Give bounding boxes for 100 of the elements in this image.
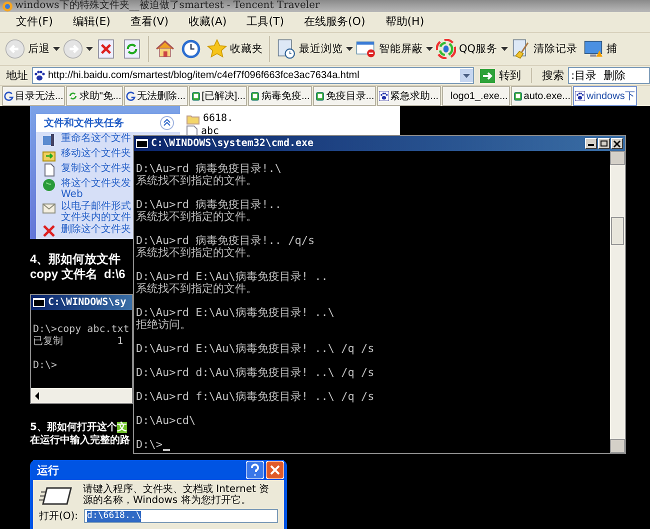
toolbar-button[interactable]: 后退 [2,37,53,61]
maximize-icon [600,140,608,148]
task-link[interactable]: 重命名这个文件 [61,133,131,144]
browser-tab[interactable]: 病毒免疫... [248,86,312,106]
maximize-button[interactable] [598,138,610,149]
file-name[interactable]: 6618. [203,113,234,124]
monitor-icon[interactable] [584,39,604,59]
step-text: 5、那如何打开这个文 [30,421,128,434]
window-block-icon[interactable] [356,39,376,59]
page-icon [190,91,201,101]
task-link[interactable]: Web [61,189,131,200]
dropdown-caret-icon[interactable] [53,47,60,51]
console-line: 系统找不到指定的文件。 [136,283,258,295]
address-field[interactable]: http://hi.baidu.com/smartest/blog/item/c4ef7f096f663fce3ac7634a.html [32,67,474,84]
go-button[interactable]: 转到 [478,68,532,83]
collapse-chevron-icon[interactable] [160,116,174,130]
console-line: D:\> [136,439,162,451]
dropdown-caret-icon[interactable] [500,47,508,51]
menu-item[interactable]: 编辑(E) [62,13,120,31]
minimize-button[interactable] [585,138,597,149]
menu-item[interactable]: 工具(T) [236,13,294,31]
g-logo-icon [126,91,136,101]
console-line: D:\Au>rd 病毒免疫目录!.. [136,199,282,211]
folder-icon [186,112,200,124]
scrollbar[interactable] [610,151,625,453]
dropdown-caret-icon[interactable] [346,47,353,51]
browser-tab[interactable]: 紧急求助... [377,86,441,106]
console-line: D:\Au>rd f:\Au\病毒免疫目录! ..\ /q /s [136,391,376,403]
document-icon [42,163,56,177]
task-link[interactable]: 移动这个文件夹 [61,148,131,159]
address-label: 地址 [6,68,28,83]
page-icon [314,91,325,101]
open-field[interactable]: d:\6618..\ [84,509,278,523]
scrollbar[interactable] [31,388,132,403]
globe-icon [42,178,56,192]
paw-icon [575,91,586,101]
browser-tab[interactable]: windows下 [573,86,637,106]
rename-icon [42,133,56,147]
console-line: 系统找不到指定的文件。 [136,247,258,259]
toolbar-button[interactable]: 最近浏览 [273,37,346,61]
console-line: 拒绝访问。 [136,319,192,331]
browser-logo-icon [2,0,13,12]
close-button[interactable] [611,138,623,149]
paw-icon [33,69,46,82]
browser-tab[interactable]: [已解决]... [188,86,248,106]
page-icon [250,91,260,101]
dialog-title: 运行 [37,462,59,478]
search-field[interactable]: :目录 删除 [568,67,650,84]
task-link[interactable]: 将这个文件夹发 [61,178,131,189]
console-line: D:\> [33,360,58,372]
go-arrow-icon [480,68,495,82]
browser-tab[interactable]: 免疫目录... [312,86,376,106]
step-heading: 4、那如何放文件 [30,252,122,267]
text-cursor [162,449,170,451]
menu-item[interactable]: 帮助(H) [375,13,434,31]
task-link[interactable]: 文件夹内的文件 [61,212,131,223]
browser-tab[interactable]: 求助"免... [66,86,124,106]
menu-item[interactable]: 在线服务(O) [294,13,376,31]
search-label: 搜索 [542,68,564,83]
star-icon[interactable] [207,39,227,59]
console-line: 系统找不到指定的文件。 [136,211,258,223]
toolbar-button[interactable]: 收藏夹 [204,37,266,61]
task-link[interactable]: 删除这个文件夹 [61,224,131,235]
task-link[interactable]: 复制这个文件夹 [61,163,131,174]
console-line: D:\Au>rd 病毒免疫目录!.. /q/s [136,235,316,247]
toolbar-button[interactable]: 智能屏蔽 [353,37,426,61]
console-line: D:\Au>rd E:\Au\病毒免疫目录! .. [136,271,329,283]
panel-heading: 文件和文件夹任务 [44,116,124,130]
command-text: copy 文件名 d:\6 [30,267,126,282]
console-line: D:\Au>rd 病毒免疫目录!.\ [136,163,282,175]
console-line: 已复制 1 [33,336,124,348]
browser-tab[interactable]: auto.exe... [510,86,572,106]
toolbar-button[interactable]: QQ服务 [433,37,501,61]
console-line: 系统找不到指定的文件。 [136,175,258,187]
broom-icon[interactable] [510,39,531,59]
menu-item[interactable]: 文件(F) [6,13,63,31]
browser-tab[interactable]: logo1_.exe... [442,86,510,106]
browser-tab[interactable]: 无法删除... [124,86,188,106]
window-title: C:\WINDOWS\sy [48,297,126,308]
close-icon [613,140,621,148]
paw-icon [379,91,390,101]
window-title: C:\WINDOWS\system32\cmd.exe [151,138,314,149]
console-line: D:\>copy abc.txt [33,324,130,336]
help-button[interactable] [246,461,264,479]
file-name[interactable]: abc [201,126,220,137]
page-icon [512,91,523,101]
toolbar-button[interactable]: 清除记录 [508,37,581,61]
browser-tab[interactable]: 目录无法... [2,86,66,106]
dropdown-caret-icon[interactable] [426,47,433,51]
delete-x-icon [42,224,56,238]
step-text: 在运行中输入完整的路 [30,434,130,447]
circular-arrows-icon [68,91,78,101]
dropdown-caret-icon[interactable] [86,47,93,51]
menu-item[interactable]: 查看(V) [120,13,179,31]
minimize-icon [588,144,594,146]
console-icon [136,139,148,148]
menu-item[interactable]: 收藏(A) [178,13,237,31]
task-link[interactable]: 以电子邮件形式 [61,201,131,212]
document-clock-icon[interactable] [276,39,296,59]
toolbar-button[interactable]: 捕 [580,37,621,61]
